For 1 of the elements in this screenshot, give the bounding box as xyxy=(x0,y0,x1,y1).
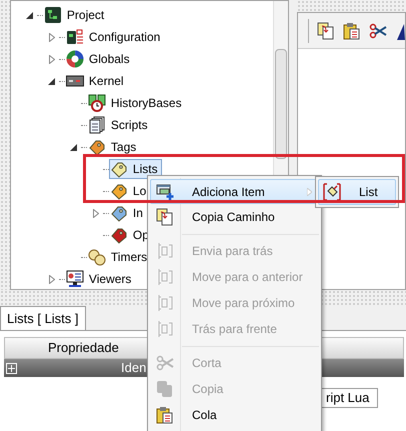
group-label: Iden xyxy=(121,359,146,378)
